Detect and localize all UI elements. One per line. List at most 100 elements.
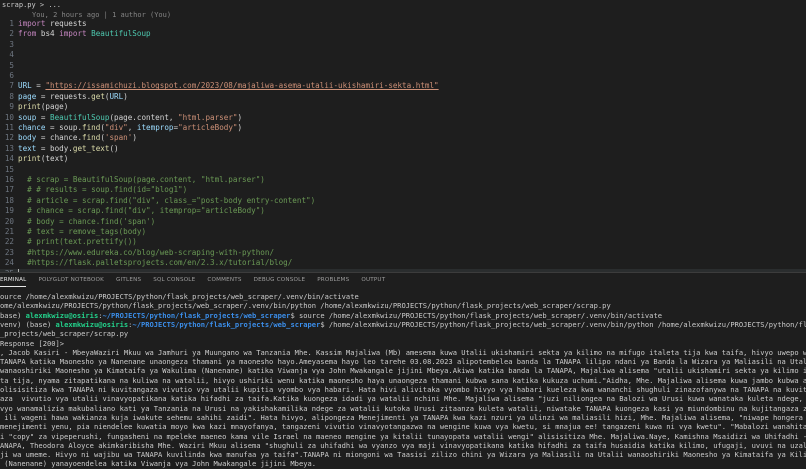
terminal-line: menejimenti yenu, pia niendelee kuwatia … [0,422,806,431]
line-number: 9 [9,102,14,112]
code-token: "html.parser" [178,112,238,122]
code-line[interactable]: 7 URL = "https://issamichuzi.blogspot.com… [0,81,806,91]
line-number: 17 [4,185,14,195]
code-line[interactable]: 13 text = body.get_text() [0,144,806,154]
line-number: 14 [4,154,14,164]
code-line[interactable]: 20 # body = chance.find('span') [0,217,806,227]
line-number: 12 [4,133,14,143]
terminal-text: (Nanenane) yanayoendelea katika Viwanja … [0,459,317,469]
code-token: find [82,133,101,143]
code-token: bs4 [36,29,60,39]
line-number: 13 [4,143,14,153]
terminal-line: _projects/web_scraper/scrap.py [0,329,806,338]
code-line[interactable]: 24 #https://flask.palletsprojects.com/en… [0,258,806,268]
code-token: ) [237,112,243,122]
code-editor[interactable]: You, 2 hours ago | 1 author (You) 1 impor… [0,10,806,272]
terminal-line: aza vivutio vya utalii vinavyopatikana k… [0,394,806,403]
code-token: # body = chance.find('span') [18,216,156,226]
tab-gitlens[interactable]: GITLENS [116,273,141,287]
code-token: print [18,154,41,164]
code-line[interactable]: 14 print(text) [0,154,806,164]
code-token: (page.content, [109,112,179,122]
code-line[interactable]: 11 chance = soup.find("div", itemprop="ar… [0,123,806,133]
code-line[interactable]: 3 [0,40,806,50]
terminal-line: vyo wanamalizia makubaliano kati ya Tanz… [0,404,806,413]
terminal-line: ome/alexmkwizu/PROJECTS/python/flask_pro… [0,301,806,310]
code-line[interactable]: 23 #https://www.edureka.co/blog/web-scra… [0,248,806,258]
code-token: text [18,143,37,153]
code-line[interactable]: 10 soup = BeautifulSoup(page.content, "ht… [0,113,806,123]
code-token: itemprop [136,123,174,132]
code-line[interactable]: 5 [0,61,806,71]
breadcrumb[interactable]: scrap.py > ... [0,0,806,10]
code-token: get [91,91,105,101]
code-line[interactable]: 18 # article = scrap.find("div", class_=… [0,196,806,206]
line-number: 8 [9,91,14,101]
tab-output[interactable]: OUTPUT [361,273,385,287]
terminal-text: olisisitiza kwa TANAPA ni kuvitangaza vi… [0,385,806,394]
code-token: BeautifulSoup [86,29,151,39]
code-token: find [82,123,101,132]
code-line[interactable]: 6 [0,71,806,81]
code-token: = [31,81,46,91]
code-token: = requests. [36,91,92,101]
terminal-line: ANAPA, Theodora Aloyce akimkaribisha Mhe… [0,441,806,450]
terminal-text: _projects/web_scraper/scrap.py [0,329,129,339]
code-line[interactable]: 16 # scrap = BeautifulSoup(page.content,… [0,175,806,185]
code-line[interactable]: 22 # print(text.prettify()) [0,237,806,247]
terminal-line: ource /home/alexmkwizu/PROJECTS/python/f… [0,292,806,301]
terminal-text: menejimenti yenu, pia niendelee kuwatia … [0,422,806,432]
line-number: 15 [4,164,14,174]
terminal-line: ili wageni hawa wakianza kuja iwakute se… [0,413,806,422]
tab-comments[interactable]: COMMENTS [207,273,241,287]
line-number: 16 [4,175,14,184]
line-number: 6 [9,71,14,80]
line-number: 11 [4,123,14,132]
code-line[interactable]: 21 # text = remove_tags(body) [0,227,806,237]
terminal-text: Response [200]> [0,338,65,348]
code-token: ) [237,123,243,132]
terminal-text: aza vivutio vya utalii vinavyopatikana k… [0,394,806,404]
code-line[interactable]: 17 # # results = soup.find(id="blog1") [0,185,806,195]
terminal-text: alexmkwizu@osiris [25,310,99,320]
tab-sql-console[interactable]: SQL CONSOLE [153,273,195,287]
code-token: (text) [40,154,69,164]
terminal-text: $ /home/alexmkwizu/PROJECTS/python/flask… [320,319,806,329]
code-line[interactable]: 19 # chance = scrap.find("div", itemprop… [0,206,806,216]
terminal-line: olisisitiza kwa TANAPA ni kuvitangaza vi… [0,385,806,394]
code-token: # # results = soup.find(id="blog1") [18,185,188,195]
terminal-text: i "copy" za vipeperushi, fungasheni na m… [0,431,806,441]
code-line[interactable]: 8 page = requests.get(URL) [0,92,806,102]
terminal-line: base) alexmkwizu@osiris:~/PROJECTS/pytho… [0,311,806,320]
tab-problems[interactable]: PROBLEMS [317,273,349,287]
terminal-output[interactable]: ource /home/alexmkwizu/PROJECTS/python/f… [0,292,806,469]
code-token: ) [123,91,128,101]
terminal-text: , Jacob Kasiri - MbeyaWaziri Mkuu wa Jam… [0,347,806,357]
line-number: 3 [9,39,14,49]
line-number: 1 [9,19,14,28]
code-token: 'span' [104,133,133,143]
code-line[interactable]: 9 print(page) [0,102,806,112]
code-token: URL [18,81,32,91]
code-token: chance [18,123,46,132]
line-number: 22 [4,237,14,247]
terminal-text: ome/alexmkwizu/PROJECTS/python/flask_pro… [0,301,611,311]
code-line[interactable]: 2 from bs4 import BeautifulSoup [0,29,806,39]
tab-polyglot-notebook[interactable]: POLYGLOT NOTEBOOK [38,273,104,287]
code-token: body [18,133,37,143]
code-token: import [18,19,46,28]
code-line[interactable]: 1 import requests [0,19,806,29]
terminal-text: ~/PROJECTS/python/flask_projects/web_scr… [102,310,291,320]
tab-erminal[interactable]: ERMINAL [0,273,27,287]
code-token: #https://flask.palletsprojects.com/en/2.… [18,258,293,268]
line-number: 2 [9,29,14,39]
line-number: 7 [9,81,14,91]
terminal-text: vyo wanamalizia makubaliano kati ya Tanz… [0,403,806,413]
code-token: = body. [36,143,73,153]
code-line[interactable]: 12 body = chance.find('span') [0,133,806,143]
tab-debug-console[interactable]: DEBUG CONSOLE [254,273,306,287]
terminal-text: venv) (base) [0,319,56,329]
code-line[interactable]: 4 [0,50,806,60]
terminal-line: venv) (base) alexmkwizu@osiris:~/PROJECT… [0,320,806,329]
code-line[interactable]: 15 [0,165,806,175]
